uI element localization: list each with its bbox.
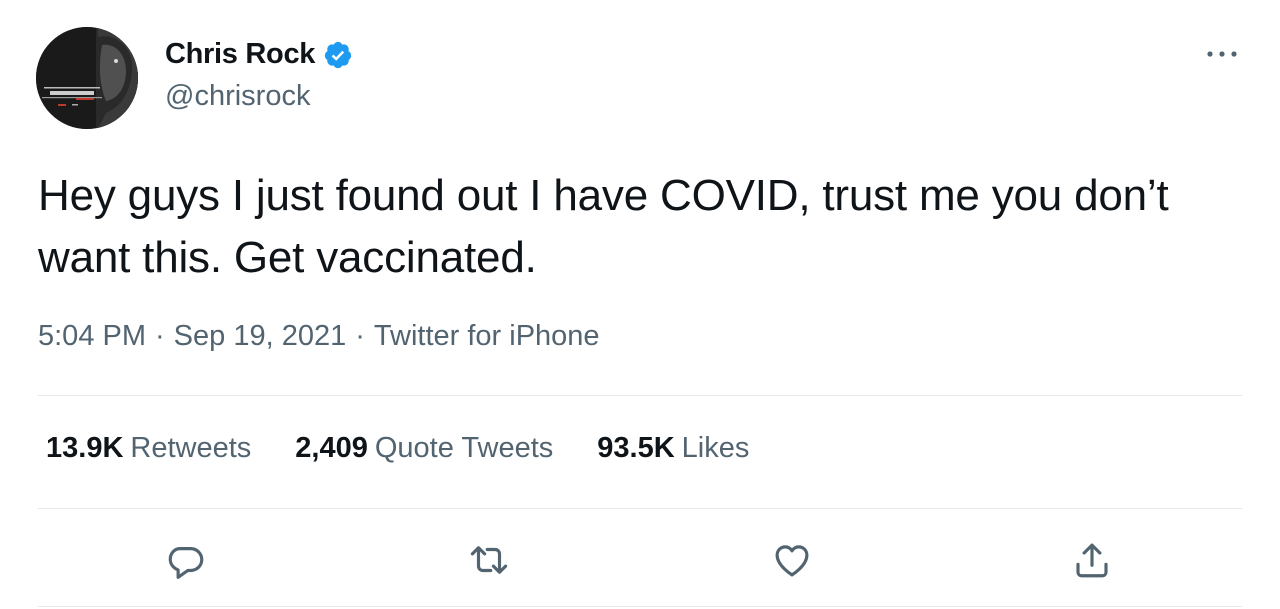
author-name-row[interactable]: Chris Rock [165,38,353,71]
tweet-source[interactable]: Twitter for iPhone [374,320,600,353]
retweets-stat[interactable]: 13.9K Retweets [46,432,251,465]
likes-count: 93.5K [597,432,675,464]
share-button[interactable] [1070,538,1114,582]
retweets-label: Retweets [130,432,252,464]
like-icon [775,545,809,577]
reply-icon [168,547,204,579]
verified-badge-icon [324,41,352,68]
retweet-icon [470,546,508,574]
avatar[interactable] [36,27,138,129]
display-name[interactable]: Chris Rock [165,38,315,71]
quote-tweets-stat[interactable]: 2,409 Quote Tweets [295,432,553,465]
engagement-stats: 13.9K Retweets 2,409 Quote Tweets 93.5K Lik… [46,432,793,465]
likes-label: Likes [681,432,750,464]
avatar-image [36,27,138,129]
reply-button[interactable] [164,538,208,582]
like-button[interactable] [770,538,814,582]
tweet-metadata: 5:04 PM · Sep 19, 2021 · Twitter for iPh… [38,320,600,353]
action-bar [0,538,1280,582]
tweet-date[interactable]: Sep 19, 2021 [174,320,347,353]
retweet-button[interactable] [467,538,511,582]
quote-tweets-count: 2,409 [295,432,368,464]
tweet-text: Hey guys I just found out I have COVID, … [38,171,1169,282]
meta-separator: · [355,320,365,352]
retweets-count: 13.9K [46,432,124,464]
divider [38,606,1242,607]
divider [38,508,1242,509]
more-options-icon[interactable] [1204,44,1240,64]
likes-stat[interactable]: 93.5K Likes [597,432,749,465]
author-handle[interactable]: @chrisrock [165,80,310,113]
divider [38,395,1242,396]
meta-separator: · [155,320,165,352]
share-icon [1076,543,1108,578]
quote-tweets-label: Quote Tweets [374,432,554,464]
tweet-time[interactable]: 5:04 PM [38,320,146,353]
